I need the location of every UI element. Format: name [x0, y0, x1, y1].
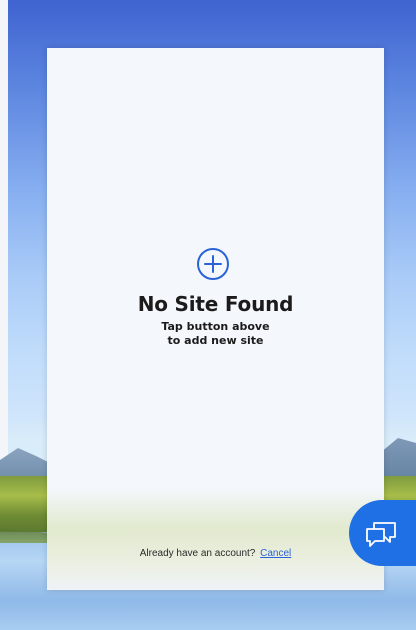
empty-state-subtitle: Tap button above to add new site — [47, 320, 384, 348]
subtitle-line-1: Tap button above — [161, 320, 270, 333]
plus-circle-icon — [197, 248, 229, 280]
chat-button[interactable] — [349, 500, 416, 566]
add-site-button[interactable] — [196, 247, 230, 281]
empty-state-title: No Site Found — [137, 292, 294, 316]
cancel-link[interactable]: Cancel — [260, 548, 291, 559]
account-footer: Already have an account? Cancel — [47, 548, 384, 559]
subtitle-line-2: to add new site — [167, 334, 264, 347]
chat-bubbles-icon — [366, 522, 396, 547]
account-prompt: Already have an account? — [139, 548, 256, 559]
empty-state-card: No Site Found Tap button above to add ne… — [47, 48, 384, 590]
card-bottom-fade — [47, 488, 384, 590]
